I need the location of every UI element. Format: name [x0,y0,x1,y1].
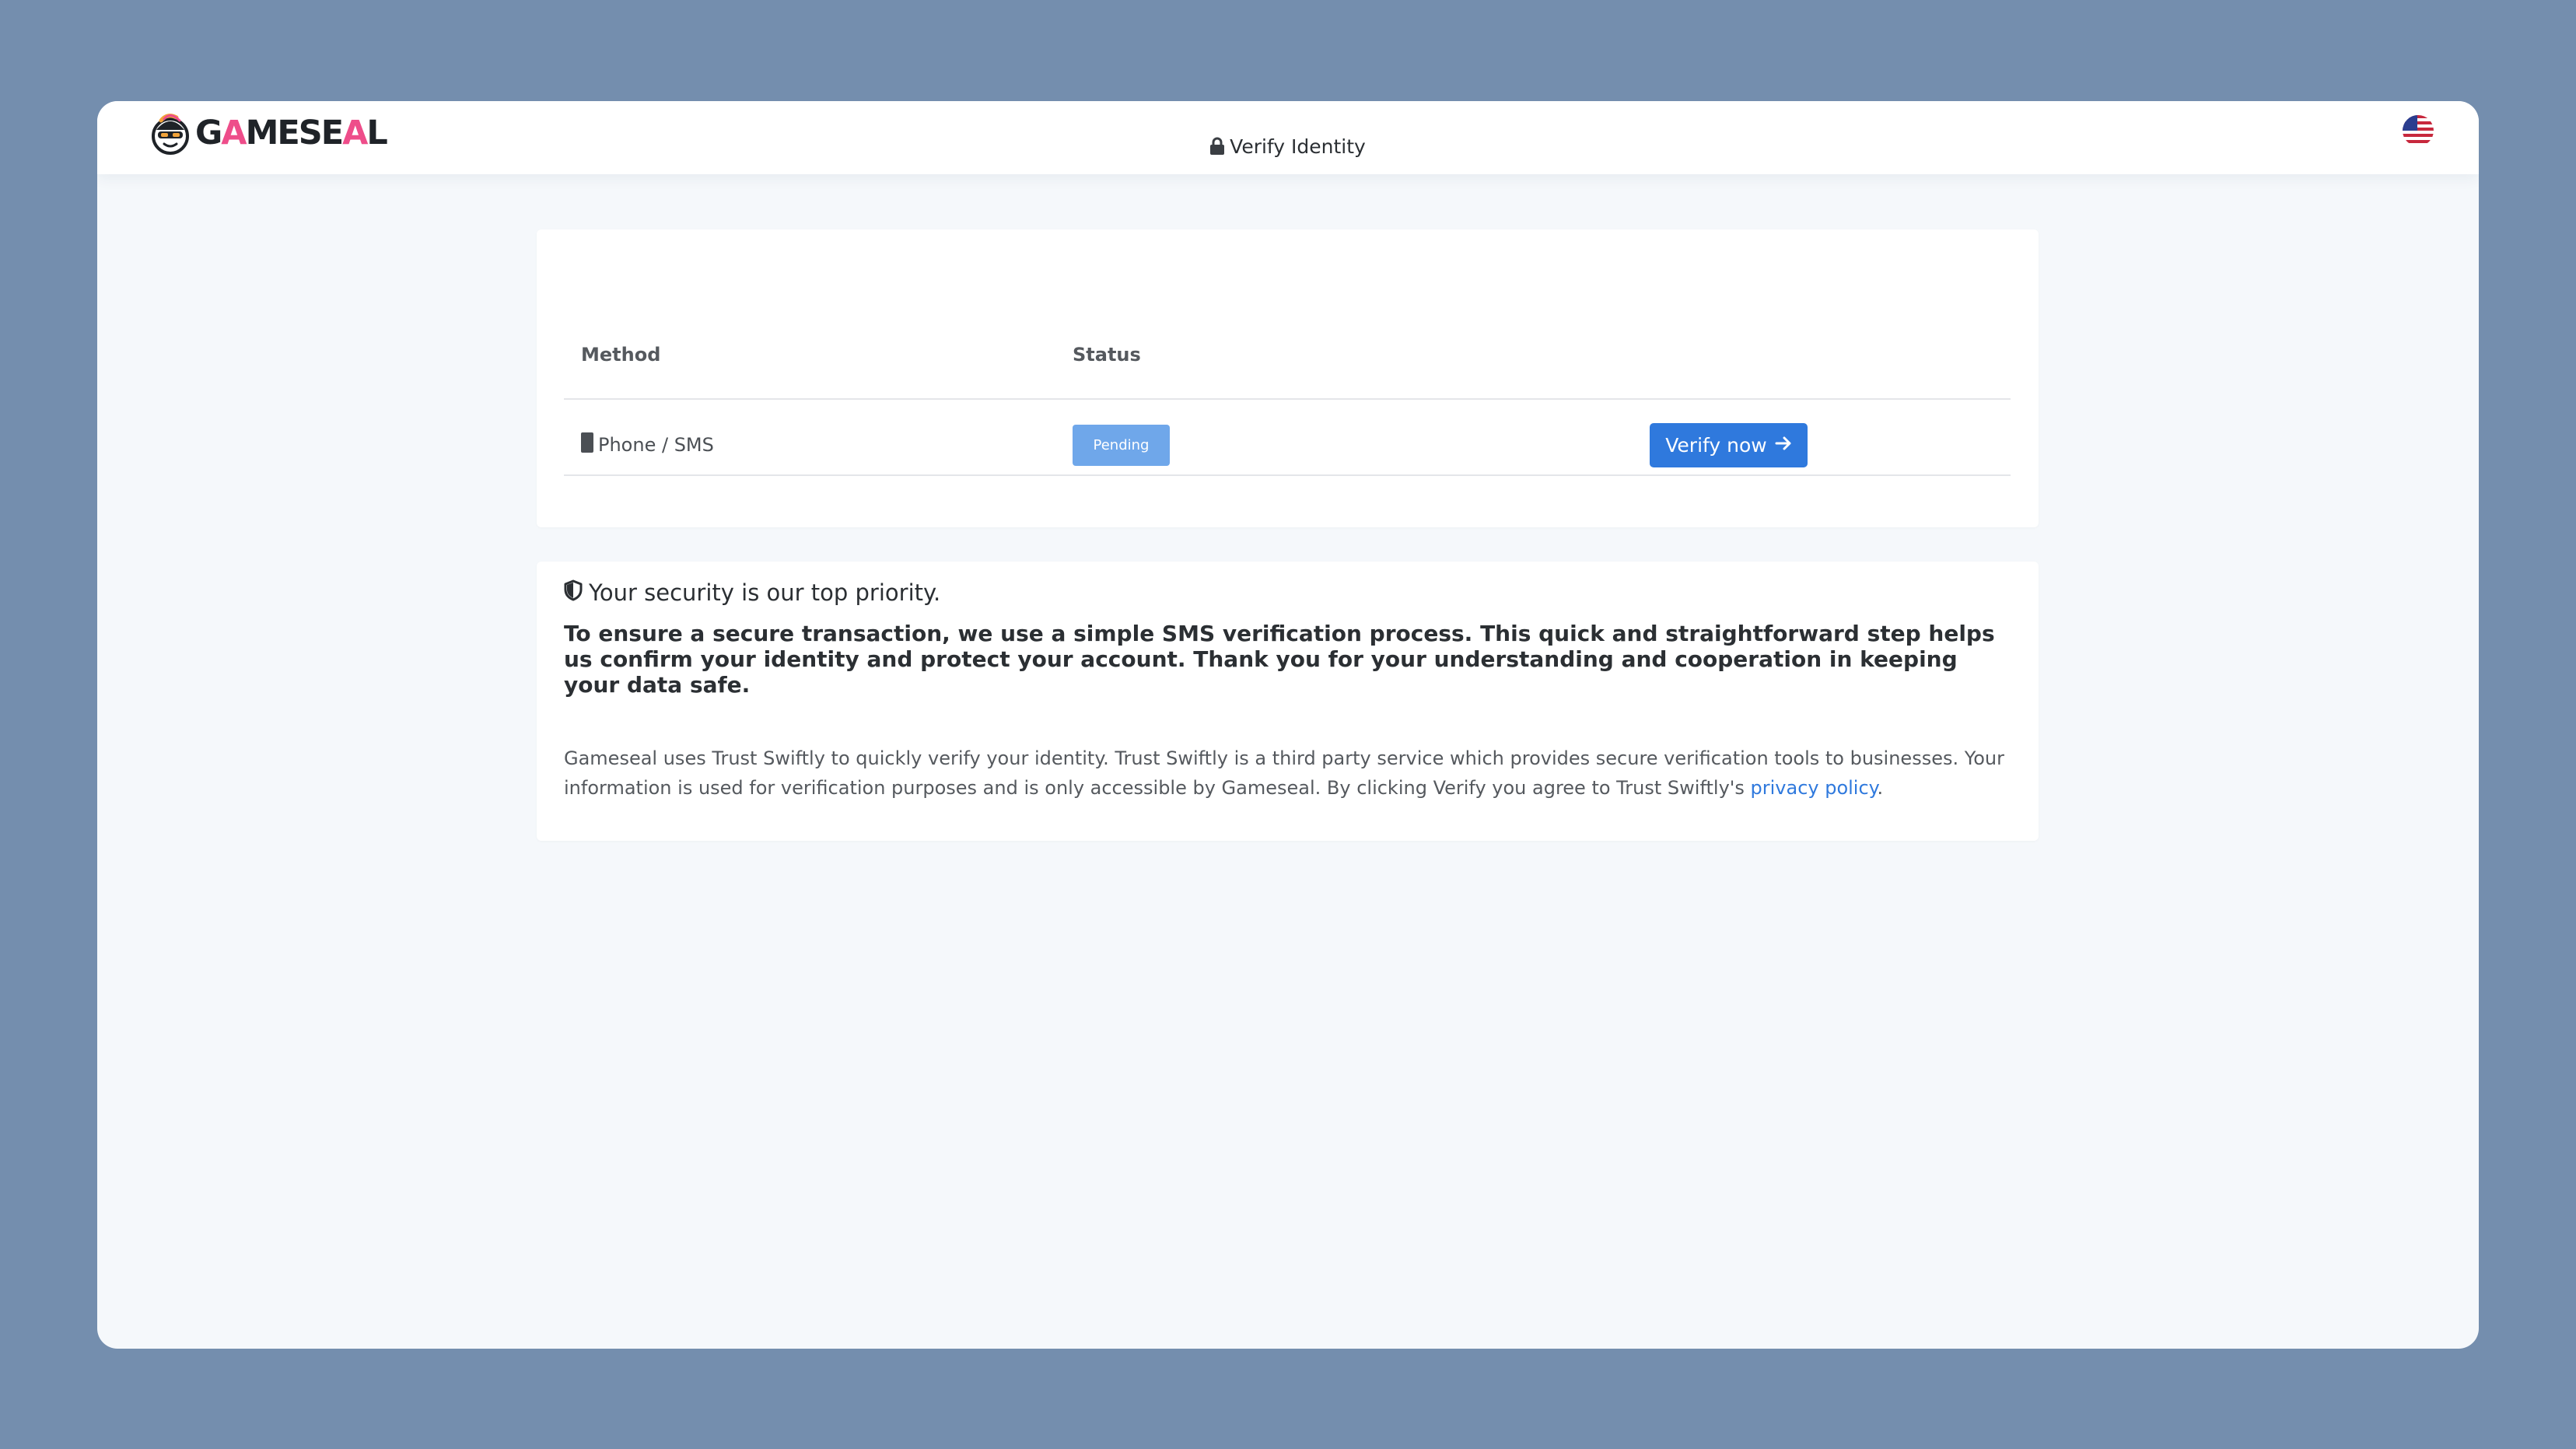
monkey-mascot-icon [152,114,189,155]
security-heading: Your security is our top priority. [564,577,940,608]
verify-identity-card: Verify Identity Method Status Phone / SM… [537,135,2039,527]
security-intro-text: To ensure a secure transaction, we use a… [564,621,1995,698]
gameseal-logo[interactable]: GAMESEAL [149,109,388,157]
table-row-divider [564,474,2011,476]
lock-icon [1209,134,1225,165]
security-disclaimer: Gameseal uses Trust Swiftly to quickly v… [564,744,2018,803]
shield-icon [564,579,583,607]
column-header-method: Method [581,344,661,366]
method-cell: Phone / SMS [581,432,714,457]
verify-title-text: Verify Identity [1230,135,1366,158]
arrow-right-icon [1775,434,1792,457]
phone-icon [581,432,593,457]
security-heading-text: Your security is our top priority. [589,579,941,606]
security-info-card: Your security is our top priority. To en… [537,562,2039,841]
disclaimer-period: . [1877,777,1884,799]
us-flag-icon[interactable] [2403,115,2434,146]
column-header-status: Status [1073,344,1141,366]
app-window: GAMESEAL Verify Identity Method Status P… [97,101,2479,1349]
table-header-divider [564,398,2011,400]
verify-identity-title: Verify Identity [537,131,2039,163]
privacy-policy-link[interactable]: privacy policy [1751,777,1878,799]
verify-now-button[interactable]: Verify now [1650,423,1808,467]
status-badge: Pending [1073,425,1170,466]
verify-now-label: Verify now [1665,434,1767,457]
method-label: Phone / SMS [598,434,714,456]
logo-wordmark: GAMESEAL [195,114,388,152]
